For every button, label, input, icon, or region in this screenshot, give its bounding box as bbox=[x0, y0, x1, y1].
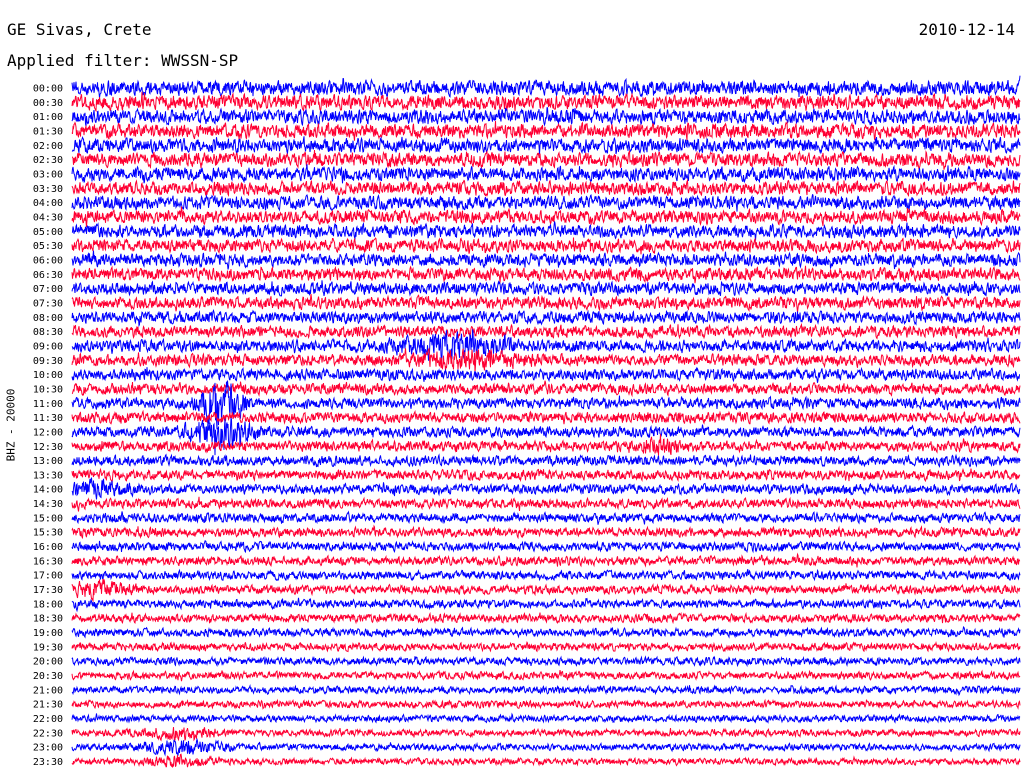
row-time-label: 09:30 bbox=[33, 356, 63, 367]
trace-row-1330 bbox=[71, 467, 1021, 484]
trace-row-1600 bbox=[71, 540, 1021, 554]
row-time-label: 05:00 bbox=[33, 227, 63, 238]
row-time-label: 15:30 bbox=[33, 528, 63, 539]
trace-row-1830 bbox=[71, 611, 1021, 625]
row-time-label: 04:30 bbox=[33, 212, 63, 223]
trace-row-1500 bbox=[71, 510, 1021, 525]
row-time-label: 14:00 bbox=[33, 485, 63, 496]
trace-row-1730 bbox=[71, 579, 1021, 603]
row-time-label: 14:30 bbox=[33, 499, 63, 510]
row-time-label: 01:00 bbox=[33, 112, 63, 123]
row-time-label: 23:00 bbox=[33, 743, 63, 754]
trace-group bbox=[71, 75, 1021, 768]
row-time-label: 22:30 bbox=[33, 728, 63, 739]
row-time-label: 08:00 bbox=[33, 313, 63, 324]
row-time-label: 05:30 bbox=[33, 241, 63, 252]
trace-row-1800 bbox=[71, 597, 1021, 613]
trace-row-2300 bbox=[71, 737, 1021, 757]
row-time-label: 07:30 bbox=[33, 298, 63, 309]
trace-row-0500 bbox=[71, 221, 1021, 241]
trace-row-2030 bbox=[71, 669, 1021, 682]
row-time-label: 00:30 bbox=[33, 98, 63, 109]
trace-row-2330 bbox=[71, 753, 1021, 768]
row-time-label: 06:30 bbox=[33, 270, 63, 281]
trace-row-1000 bbox=[71, 366, 1020, 383]
trace-row-1200 bbox=[71, 417, 1021, 456]
trace-row-0730 bbox=[71, 293, 1021, 313]
row-time-label: 08:30 bbox=[33, 327, 63, 338]
row-time-label: 21:00 bbox=[33, 685, 63, 696]
row-time-label: 18:00 bbox=[33, 599, 63, 610]
trace-row-1700 bbox=[71, 568, 1021, 582]
trace-row-1530 bbox=[71, 524, 1021, 540]
row-time-label: 21:30 bbox=[33, 700, 63, 711]
trace-row-0230 bbox=[72, 149, 1021, 170]
trace-row-2100 bbox=[71, 684, 1021, 697]
trace-row-2230 bbox=[71, 727, 1021, 742]
row-time-label: 16:30 bbox=[33, 556, 63, 567]
row-time-label: 20:30 bbox=[33, 671, 63, 682]
trace-row-1300 bbox=[71, 453, 1021, 469]
trace-row-0800 bbox=[71, 309, 1021, 328]
row-time-label: 22:00 bbox=[33, 714, 63, 725]
row-time-label: 15:00 bbox=[33, 513, 63, 524]
row-time-label: 17:00 bbox=[33, 571, 63, 582]
trace-row-2130 bbox=[71, 698, 1021, 710]
row-time-label: 10:30 bbox=[33, 384, 63, 395]
trace-row-0530 bbox=[71, 237, 1021, 255]
trace-row-0930 bbox=[71, 347, 1021, 373]
trace-row-0600 bbox=[71, 250, 1021, 270]
row-time-label: 19:00 bbox=[33, 628, 63, 639]
trace-row-0330 bbox=[71, 178, 1021, 197]
row-time-label: 07:00 bbox=[33, 284, 63, 295]
trace-row-0200 bbox=[71, 135, 1021, 156]
row-time-label: 02:30 bbox=[33, 155, 63, 166]
row-time-label: 10:00 bbox=[33, 370, 63, 381]
trace-row-0430 bbox=[71, 206, 1021, 227]
row-time-label: 00:00 bbox=[33, 84, 63, 95]
trace-row-1430 bbox=[71, 496, 1021, 512]
trace-row-0630 bbox=[71, 265, 1021, 284]
trace-row-0400 bbox=[71, 193, 1021, 212]
helicorder-plot: 00:00 00:30 01:00 01:30 02:00 02:30 03:00 03:30… bbox=[33, 75, 1021, 769]
trace-row-0300 bbox=[71, 164, 1021, 184]
trace-row-1930 bbox=[71, 640, 1021, 653]
row-time-label: 13:30 bbox=[33, 470, 63, 481]
row-time-label: 11:30 bbox=[33, 413, 63, 424]
row-time-label: 01:30 bbox=[33, 126, 63, 137]
trace-row-2200 bbox=[71, 712, 1021, 724]
row-time-label: 13:00 bbox=[33, 456, 63, 467]
row-label-group: 00:00 00:30 01:00 01:30 02:00 02:30 03:00 03:30… bbox=[33, 84, 63, 769]
row-time-label: 11:00 bbox=[33, 399, 63, 410]
row-time-label: 17:30 bbox=[33, 585, 63, 596]
trace-row-1630 bbox=[71, 552, 1021, 568]
trace-row-2000 bbox=[71, 655, 1021, 668]
row-time-label: 03:30 bbox=[33, 184, 63, 195]
trace-row-0700 bbox=[71, 280, 1021, 297]
row-time-label: 19:30 bbox=[33, 642, 63, 653]
row-time-label: 12:00 bbox=[33, 427, 63, 438]
row-time-label: 06:00 bbox=[33, 255, 63, 266]
row-time-label: 18:30 bbox=[33, 614, 63, 625]
trace-row-0830 bbox=[71, 322, 1021, 340]
row-time-label: 03:00 bbox=[33, 169, 63, 180]
trace-row-1400 bbox=[71, 477, 1021, 500]
row-time-label: 12:30 bbox=[33, 442, 63, 453]
trace-row-0100 bbox=[71, 107, 1021, 127]
row-time-label: 20:00 bbox=[33, 657, 63, 668]
trace-row-1900 bbox=[71, 625, 1021, 639]
row-time-label: 09:00 bbox=[33, 341, 63, 352]
row-time-label: 23:30 bbox=[33, 757, 63, 768]
trace-row-1130 bbox=[71, 409, 1021, 425]
trace-row-0000 bbox=[71, 75, 1021, 99]
row-time-label: 02:00 bbox=[33, 141, 63, 152]
trace-row-0130 bbox=[71, 120, 1021, 141]
row-time-label: 04:00 bbox=[33, 198, 63, 209]
row-time-label: 16:00 bbox=[33, 542, 63, 553]
